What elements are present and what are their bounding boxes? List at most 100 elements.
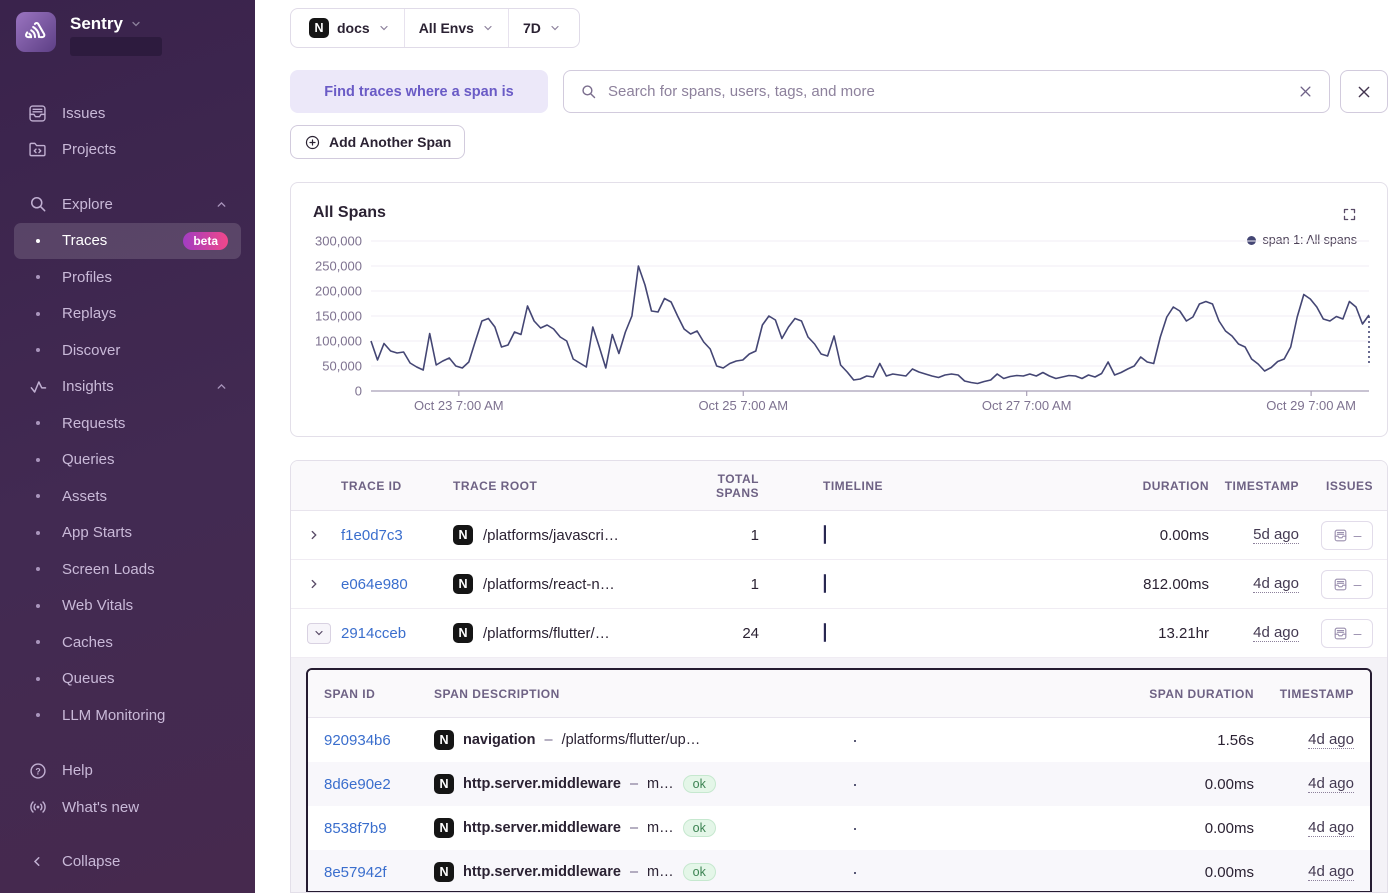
sidebar-item-label: Projects <box>62 141 116 158</box>
timestamp[interactable]: 5d ago <box>1253 526 1299 544</box>
timestamp[interactable]: 4d ago <box>1253 624 1299 642</box>
table-row[interactable]: e064e980 N/platforms/react-n… 1 812.00ms… <box>291 560 1387 609</box>
sidebar-item-label: Assets <box>62 488 107 505</box>
col-total-spans: TOTAL SPANS <box>679 472 759 500</box>
sidebar-item-traces[interactable]: Traces beta <box>14 223 241 260</box>
sidebar-item-discover[interactable]: Discover <box>14 332 241 369</box>
span-row[interactable]: 8538f7b9 N http.server.middleware – m… o… <box>308 806 1370 850</box>
collapse-row-icon[interactable] <box>307 623 331 644</box>
bullet-icon <box>27 640 48 644</box>
issues-icon <box>1333 528 1348 543</box>
sidebar-item-replays[interactable]: Replays <box>14 296 241 333</box>
table-row[interactable]: f1e0d7c3 N/platforms/javascri… 1 0.00ms … <box>291 511 1387 560</box>
span-id-link[interactable]: 8538f7b9 <box>324 820 434 837</box>
col-trace-root: TRACE ROOT <box>453 479 679 493</box>
sidebar-collapse-button[interactable]: Collapse <box>14 844 241 881</box>
bullet-icon <box>27 348 48 352</box>
sidebar-item-queues[interactable]: Queues <box>14 661 241 698</box>
org-switcher[interactable]: Sentry <box>0 12 255 68</box>
pill-label: Find traces where a span is <box>324 84 513 100</box>
bullet-icon <box>27 421 48 425</box>
sidebar-item-app-starts[interactable]: App Starts <box>14 515 241 552</box>
bullet-icon <box>27 494 48 498</box>
total-spans: 1 <box>679 527 759 544</box>
span-id-link[interactable]: 920934b6 <box>324 732 434 749</box>
clear-search-icon[interactable] <box>1298 84 1313 99</box>
issues-button[interactable]: – <box>1321 619 1373 648</box>
bullet-icon <box>27 239 48 243</box>
trace-id-link[interactable]: e064e980 <box>341 576 453 593</box>
sidebar-item-requests[interactable]: Requests <box>14 405 241 442</box>
table-row-expanded[interactable]: 2914cceb N/platforms/flutter/… 24 13.21h… <box>291 609 1387 658</box>
trace-id-link[interactable]: 2914cceb <box>341 625 453 642</box>
sidebar-item-help[interactable]: ? Help <box>14 753 241 790</box>
sidebar-item-issues[interactable]: Issues <box>14 95 241 132</box>
expand-chart-icon[interactable] <box>1342 207 1357 222</box>
sidebar-item-label: LLM Monitoring <box>62 707 165 724</box>
sidebar-item-projects[interactable]: Projects <box>14 132 241 169</box>
sentry-logo-icon <box>16 12 56 52</box>
section-label: Explore <box>62 196 113 213</box>
add-another-span-button[interactable]: Add Another Span <box>290 125 465 159</box>
sidebar-item-screen-loads[interactable]: Screen Loads <box>14 551 241 588</box>
bullet-icon <box>27 312 48 316</box>
sidebar-section-explore[interactable]: Explore <box>14 186 241 223</box>
svg-text:200,000: 200,000 <box>315 284 362 299</box>
date-range-selector[interactable]: 7D <box>508 9 575 47</box>
bullet-icon <box>27 531 48 535</box>
span-duration: 0.00ms <box>1104 820 1254 837</box>
span-id-link[interactable]: 8d6e90e2 <box>324 776 434 793</box>
sidebar-section-insights[interactable]: Insights <box>14 369 241 406</box>
span-id-link[interactable]: 8e57942f <box>324 864 434 881</box>
span-duration: 0.00ms <box>1104 864 1254 881</box>
bullet-icon <box>27 677 48 681</box>
search-input[interactable] <box>608 83 1287 100</box>
sidebar-item-label: Queues <box>62 670 115 687</box>
expand-row-icon[interactable] <box>307 528 341 542</box>
timestamp[interactable]: 4d ago <box>1308 775 1354 793</box>
project-label: docs <box>337 20 370 36</box>
timestamp[interactable]: 4d ago <box>1253 575 1299 593</box>
spans-line-chart: 050,000100,000150,000200,000250,000300,0… <box>307 233 1373 428</box>
sidebar-item-label: Replays <box>62 305 116 322</box>
timestamp[interactable]: 4d ago <box>1308 819 1354 837</box>
bullet-icon <box>27 567 48 571</box>
chevron-up-icon <box>215 198 228 211</box>
issues-button[interactable]: – <box>1321 521 1373 550</box>
sidebar-item-caches[interactable]: Caches <box>14 624 241 661</box>
environment-selector[interactable]: All Envs <box>404 9 508 47</box>
timestamp[interactable]: 4d ago <box>1308 731 1354 749</box>
sidebar-item-label: Caches <box>62 634 113 651</box>
sidebar-item-whats-new[interactable]: What's new <box>14 789 241 826</box>
timestamp[interactable]: 4d ago <box>1308 863 1354 881</box>
sidebar-item-queries[interactable]: Queries <box>14 442 241 479</box>
span-row[interactable]: 8e57942f N http.server.middleware – m… o… <box>308 850 1370 893</box>
span-desc: /platforms/flutter/up… <box>562 732 701 748</box>
project-selector[interactable]: N docs <box>295 9 404 47</box>
col-span-timestamp: TIMESTAMP <box>1254 687 1354 701</box>
traces-table: TRACE ID TRACE ROOT TOTAL SPANS TIMELINE… <box>290 460 1388 893</box>
sidebar-item-label: Discover <box>62 342 120 359</box>
sidebar-item-llm-monitoring[interactable]: LLM Monitoring <box>14 697 241 734</box>
span-desc: m… <box>647 776 674 792</box>
sidebar-item-web-vitals[interactable]: Web Vitals <box>14 588 241 625</box>
duration: 13.21hr <box>1079 625 1209 642</box>
expand-row-icon[interactable] <box>307 577 341 591</box>
issues-button[interactable]: – <box>1321 570 1373 599</box>
nextjs-avatar-icon: N <box>453 525 473 545</box>
span-condition-pill[interactable]: Find traces where a span is <box>290 70 548 113</box>
timeline-bar <box>823 574 825 593</box>
sidebar-item-profiles[interactable]: Profiles <box>14 259 241 296</box>
span-row[interactable]: 8d6e90e2 N http.server.middleware – m… o… <box>308 762 1370 806</box>
nextjs-avatar-icon: N <box>453 574 473 594</box>
trace-id-link[interactable]: f1e0d7c3 <box>341 527 453 544</box>
total-spans: 24 <box>679 625 759 642</box>
col-timeline: TIMELINE <box>759 479 1079 493</box>
sidebar-item-label: Requests <box>62 415 125 432</box>
sidebar-item-assets[interactable]: Assets <box>14 478 241 515</box>
col-trace-id: TRACE ID <box>341 479 453 493</box>
remove-span-filter-button[interactable] <box>1340 70 1388 113</box>
span-op: http.server.middleware <box>463 776 621 792</box>
org-name-block <box>70 37 162 56</box>
span-row[interactable]: 920934b6 N navigation – /platforms/flutt… <box>308 718 1370 762</box>
